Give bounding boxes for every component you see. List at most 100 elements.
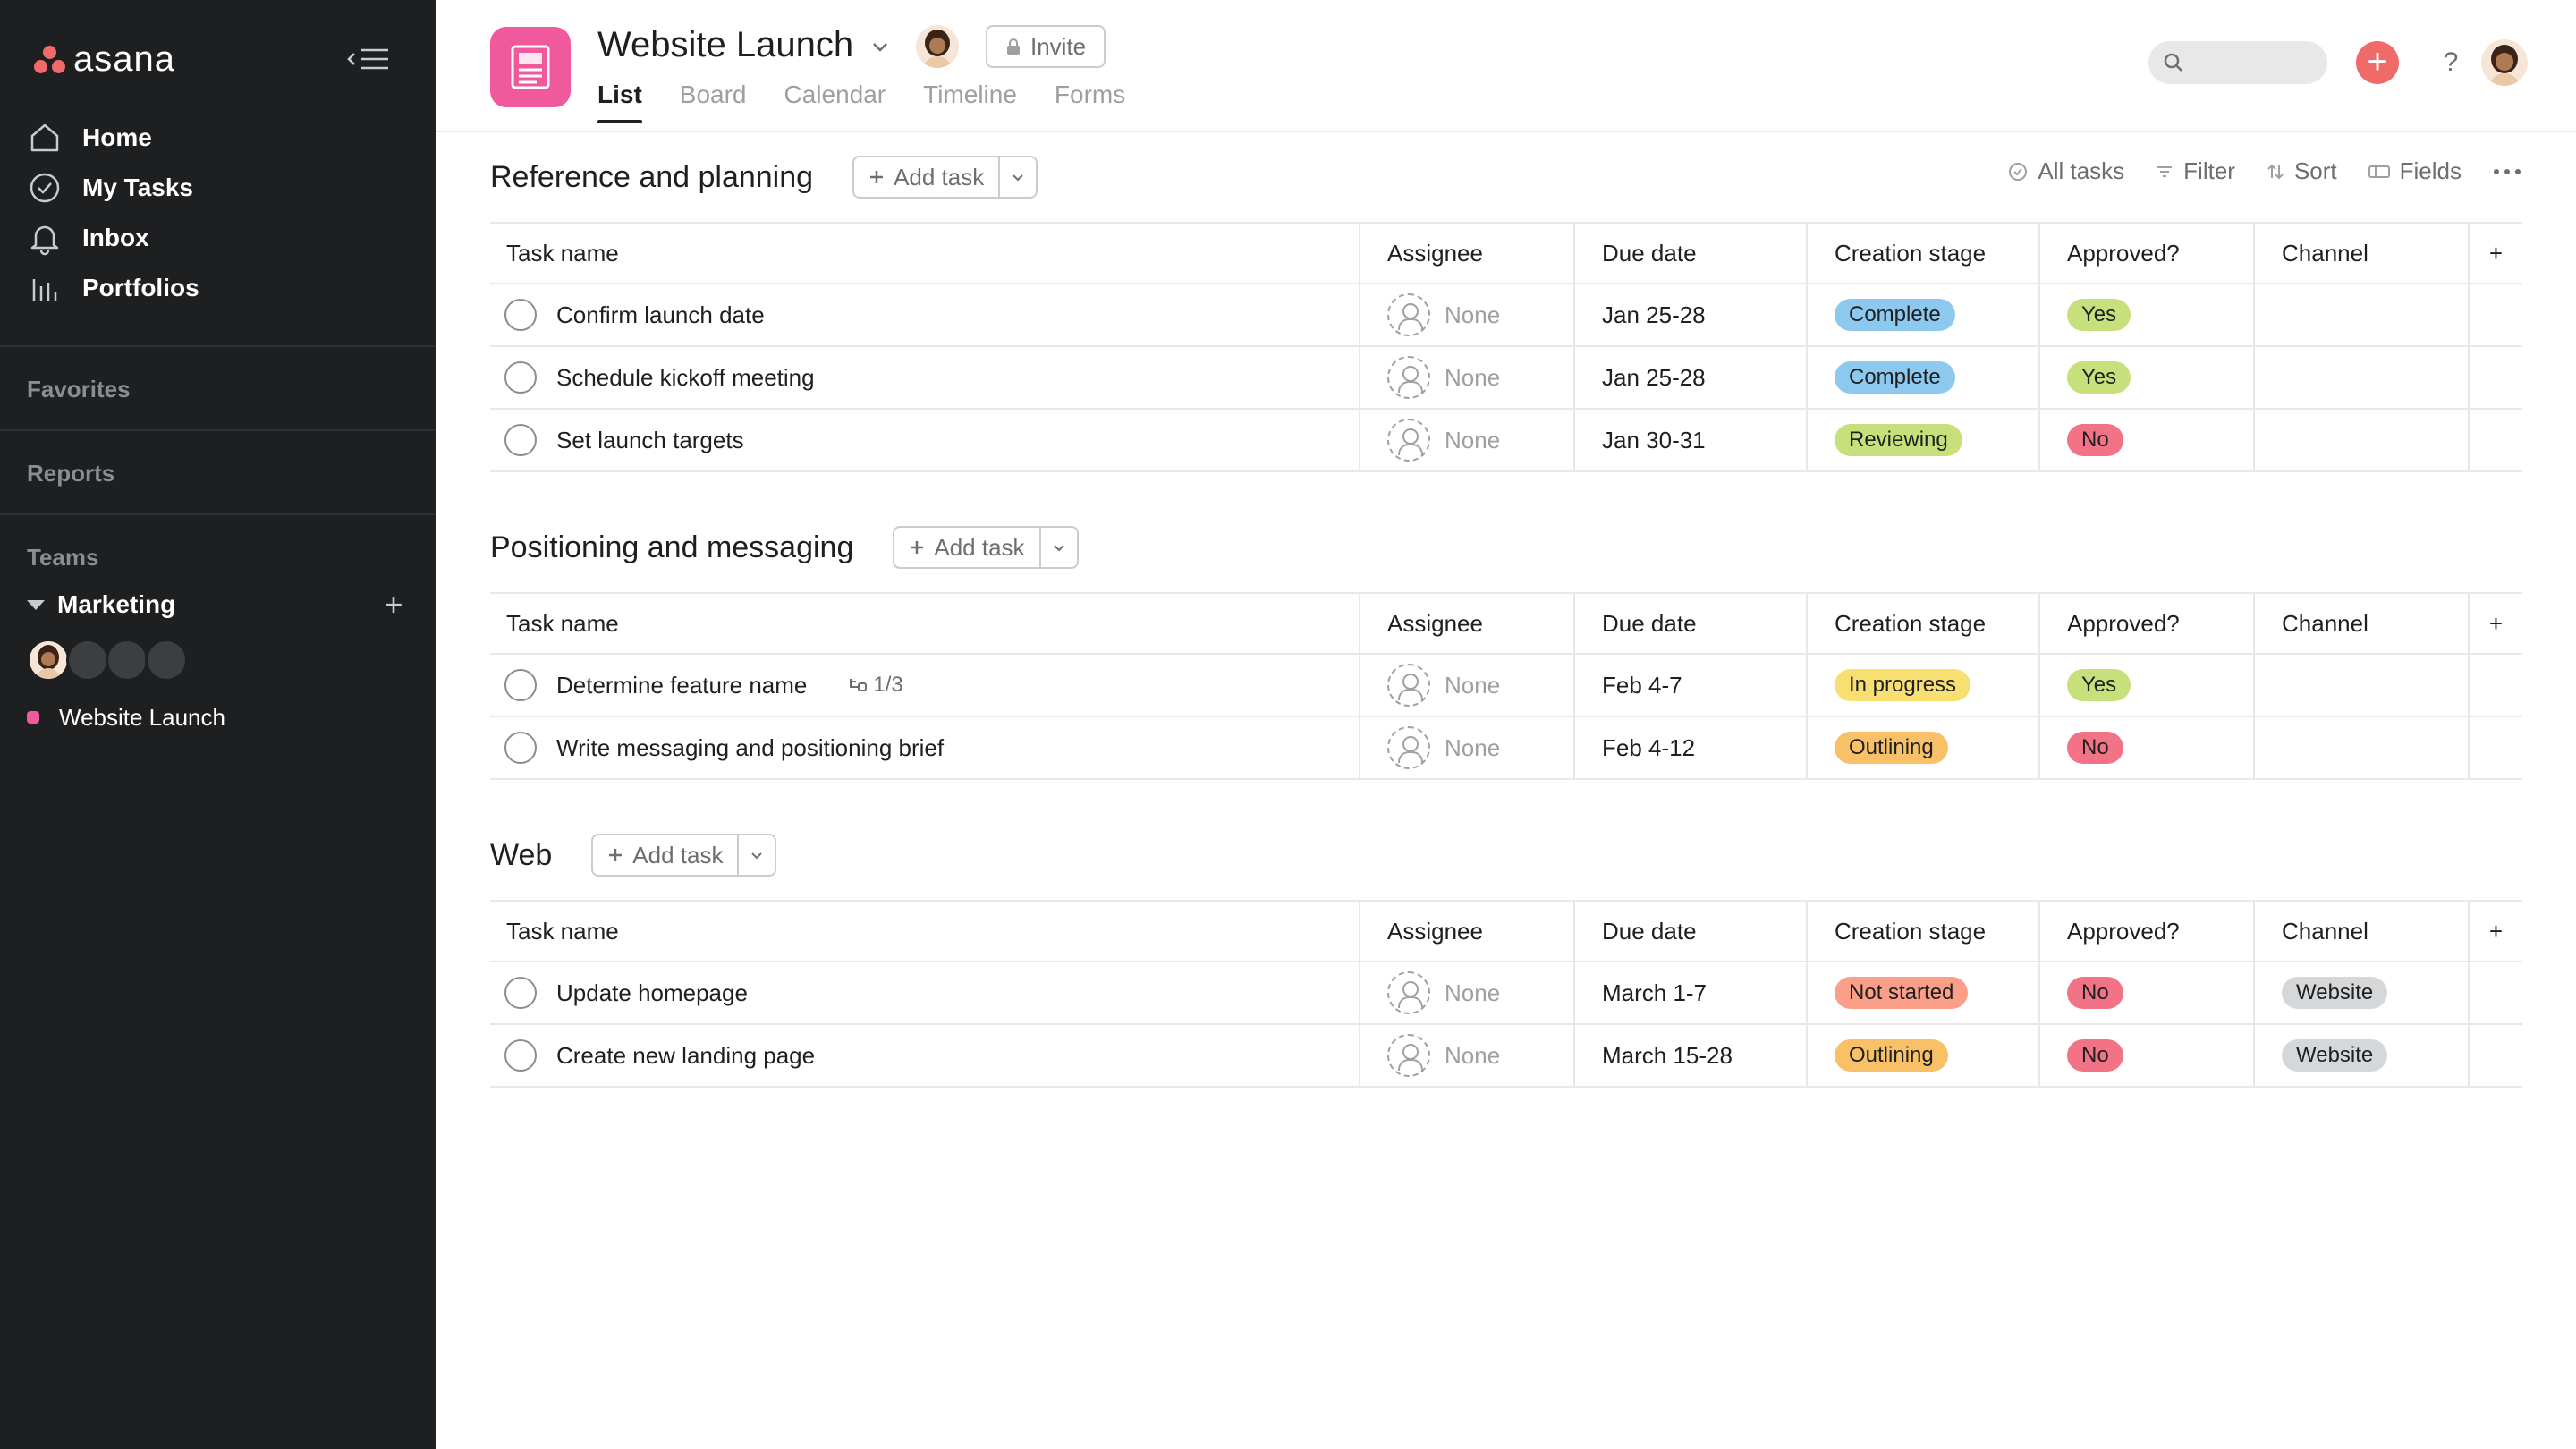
assignee-cell[interactable]: None <box>1359 283 1574 347</box>
search-input[interactable] <box>2148 41 2327 84</box>
stage-pill[interactable]: Complete <box>1835 299 1955 331</box>
tab-forms[interactable]: Forms <box>1055 80 1125 122</box>
approved-pill[interactable]: No <box>2067 424 2123 456</box>
column-header-creation-stage[interactable]: Creation stage <box>1806 222 2039 284</box>
table-row[interactable]: Write messaging and positioning brief No… <box>490 716 2522 780</box>
task-name-cell[interactable]: Determine feature name 1/3 <box>490 653 1360 717</box>
add-task-dropdown[interactable] <box>737 835 775 875</box>
add-field-icon[interactable]: + <box>2468 592 2522 655</box>
complete-task-checkbox[interactable] <box>504 669 537 701</box>
column-header-due-date[interactable]: Due date <box>1573 592 1807 655</box>
approved-cell[interactable]: No <box>2038 961 2254 1025</box>
add-field-icon[interactable]: + <box>2468 900 2522 962</box>
teams-heading[interactable]: Teams <box>27 544 98 572</box>
sidebar-item-home[interactable]: Home <box>27 113 411 163</box>
approved-pill[interactable]: Yes <box>2067 361 2131 394</box>
task-name-cell[interactable]: Write messaging and positioning brief <box>490 716 1360 780</box>
column-header-creation-stage[interactable]: Creation stage <box>1806 592 2039 655</box>
column-header-task-name[interactable]: Task name <box>490 592 1360 655</box>
task-name-cell[interactable]: Set launch targets <box>490 408 1360 472</box>
task-name[interactable]: Set launch targets <box>556 427 744 454</box>
due-date-cell[interactable]: March 1-7 <box>1573 961 1807 1025</box>
assignee-cell[interactable]: None <box>1359 408 1574 472</box>
user-avatar[interactable] <box>2481 39 2528 86</box>
column-header-channel[interactable]: Channel <box>2253 592 2469 655</box>
complete-task-checkbox[interactable] <box>504 1039 537 1072</box>
table-row[interactable]: Schedule kickoff meeting None Jan 25-28 … <box>490 345 2522 410</box>
creation-stage-cell[interactable]: Not started <box>1806 961 2039 1025</box>
add-project-icon[interactable]: + <box>376 587 411 623</box>
column-header-channel[interactable]: Channel <box>2253 900 2469 962</box>
channel-pill[interactable]: Website <box>2282 977 2388 1009</box>
channel-cell[interactable] <box>2253 345 2469 410</box>
avatar[interactable] <box>916 25 959 68</box>
approved-cell[interactable]: Yes <box>2038 653 2254 717</box>
assignee-cell[interactable]: None <box>1359 716 1574 780</box>
channel-cell[interactable] <box>2253 408 2469 472</box>
stage-pill[interactable]: Not started <box>1835 977 1969 1009</box>
task-name[interactable]: Update homepage <box>556 979 748 1007</box>
add-field-icon[interactable]: + <box>2468 222 2522 284</box>
creation-stage-cell[interactable]: Complete <box>1806 345 2039 410</box>
task-name[interactable]: Write messaging and positioning brief <box>556 734 944 762</box>
subtask-count[interactable]: 1/3 <box>848 673 903 698</box>
fields-button[interactable]: Fields <box>2368 157 2462 185</box>
section-title[interactable]: Reference and planning <box>490 160 813 195</box>
column-header-approved[interactable]: Approved? <box>2038 900 2254 962</box>
due-date-cell[interactable]: Jan 25-28 <box>1573 283 1807 347</box>
task-name[interactable]: Create new landing page <box>556 1042 815 1070</box>
assignee-cell[interactable]: None <box>1359 961 1574 1025</box>
column-header-assignee[interactable]: Assignee <box>1359 592 1574 655</box>
invite-button[interactable]: Invite <box>986 25 1106 68</box>
table-row[interactable]: Determine feature name 1/3 None Feb 4-7 … <box>490 653 2522 717</box>
team-members[interactable] <box>27 639 188 682</box>
table-row[interactable]: Update homepage None March 1-7 Not start… <box>490 961 2522 1025</box>
project-icon[interactable] <box>490 27 571 107</box>
column-header-creation-stage[interactable]: Creation stage <box>1806 900 2039 962</box>
add-task-dropdown[interactable] <box>998 157 1036 197</box>
column-header-approved[interactable]: Approved? <box>2038 222 2254 284</box>
column-header-task-name[interactable]: Task name <box>490 900 1360 962</box>
creation-stage-cell[interactable]: Outlining <box>1806 1023 2039 1088</box>
task-name[interactable]: Determine feature name <box>556 672 807 699</box>
section-title[interactable]: Positioning and messaging <box>490 530 853 565</box>
asana-logo[interactable]: asana <box>34 39 175 80</box>
column-header-assignee[interactable]: Assignee <box>1359 222 1574 284</box>
approved-cell[interactable]: Yes <box>2038 283 2254 347</box>
approved-pill[interactable]: No <box>2067 732 2123 764</box>
due-date-cell[interactable]: March 15-28 <box>1573 1023 1807 1088</box>
column-header-due-date[interactable]: Due date <box>1573 900 1807 962</box>
task-name-cell[interactable]: Update homepage <box>490 961 1360 1025</box>
more-options-icon[interactable] <box>2492 167 2522 176</box>
reports-heading[interactable]: Reports <box>27 460 114 487</box>
complete-task-checkbox[interactable] <box>504 977 537 1009</box>
channel-cell[interactable]: Website <box>2253 961 2469 1025</box>
due-date-cell[interactable]: Jan 30-31 <box>1573 408 1807 472</box>
complete-task-checkbox[interactable] <box>504 299 537 331</box>
task-name-cell[interactable]: Confirm launch date <box>490 283 1360 347</box>
approved-pill[interactable]: No <box>2067 1039 2123 1072</box>
table-row[interactable]: Confirm launch date None Jan 25-28 Compl… <box>490 283 2522 347</box>
approved-pill[interactable]: Yes <box>2067 669 2131 701</box>
sidebar-item-my-tasks[interactable]: My Tasks <box>27 163 411 213</box>
due-date-cell[interactable]: Feb 4-7 <box>1573 653 1807 717</box>
assignee-cell[interactable]: None <box>1359 1023 1574 1088</box>
add-task-button[interactable]: Add task <box>893 526 1079 569</box>
column-header-assignee[interactable]: Assignee <box>1359 900 1574 962</box>
channel-pill[interactable]: Website <box>2282 1039 2388 1072</box>
add-task-main[interactable]: Add task <box>593 835 737 875</box>
task-name[interactable]: Confirm launch date <box>556 301 765 329</box>
channel-cell[interactable] <box>2253 283 2469 347</box>
tab-list[interactable]: List <box>597 80 642 123</box>
column-header-task-name[interactable]: Task name <box>490 222 1360 284</box>
help-icon[interactable]: ? <box>2433 41 2469 84</box>
collapse-sidebar-icon[interactable] <box>343 43 394 75</box>
creation-stage-cell[interactable]: Outlining <box>1806 716 2039 780</box>
tab-calendar[interactable]: Calendar <box>784 80 886 122</box>
complete-task-checkbox[interactable] <box>504 361 537 394</box>
chevron-down-icon[interactable] <box>866 32 894 61</box>
sort-button[interactable]: Sort <box>2266 157 2337 185</box>
channel-cell[interactable]: Website <box>2253 1023 2469 1088</box>
approved-pill[interactable]: Yes <box>2067 299 2131 331</box>
due-date-cell[interactable]: Feb 4-12 <box>1573 716 1807 780</box>
